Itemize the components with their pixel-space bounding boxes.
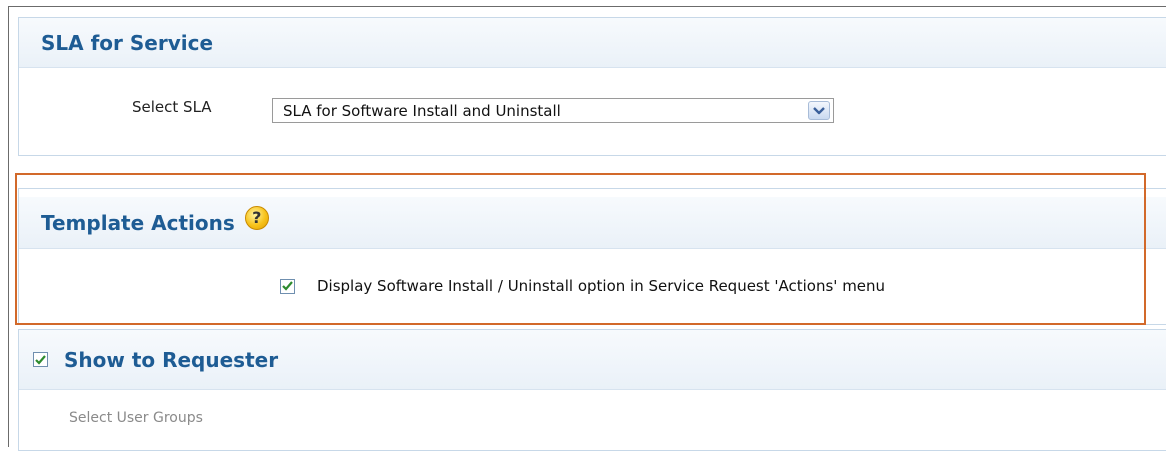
show-to-requester-checkbox[interactable]	[33, 352, 48, 367]
sla-dropdown[interactable]: SLA for Software Install and Uninstall	[272, 98, 834, 123]
show-to-requester-title: Show to Requester	[64, 347, 279, 372]
show-to-requester-header: Show to Requester	[19, 330, 1166, 390]
select-sla-label: Select SLA	[132, 98, 212, 116]
sla-dropdown-value: SLA for Software Install and Uninstall	[283, 102, 561, 120]
template-actions-header: Template Actions ?	[19, 197, 1166, 249]
sla-section-title: SLA for Service	[41, 30, 214, 55]
show-to-requester-section: Show to Requester Select User Groups	[18, 329, 1166, 451]
checkmark-icon	[282, 281, 293, 291]
select-user-groups-label: Select User Groups	[69, 410, 203, 426]
chevron-down-icon	[813, 106, 825, 114]
checkmark-icon	[35, 354, 46, 365]
template-actions-title: Template Actions	[41, 210, 235, 235]
help-icon-glyph: ?	[252, 208, 262, 227]
sla-section-header: SLA for Service	[19, 18, 1166, 68]
template-actions-section: Template Actions ? Display Software Inst…	[18, 188, 1166, 325]
sla-dropdown-button[interactable]	[808, 101, 830, 120]
display-install-option-label: Display Software Install / Uninstall opt…	[317, 277, 886, 295]
sla-section: SLA for Service Select SLA SLA for Softw…	[18, 17, 1166, 156]
help-icon[interactable]: ?	[244, 205, 269, 230]
display-install-option-checkbox[interactable]	[280, 278, 295, 294]
template-action-option: Display Software Install / Uninstall opt…	[280, 277, 885, 295]
